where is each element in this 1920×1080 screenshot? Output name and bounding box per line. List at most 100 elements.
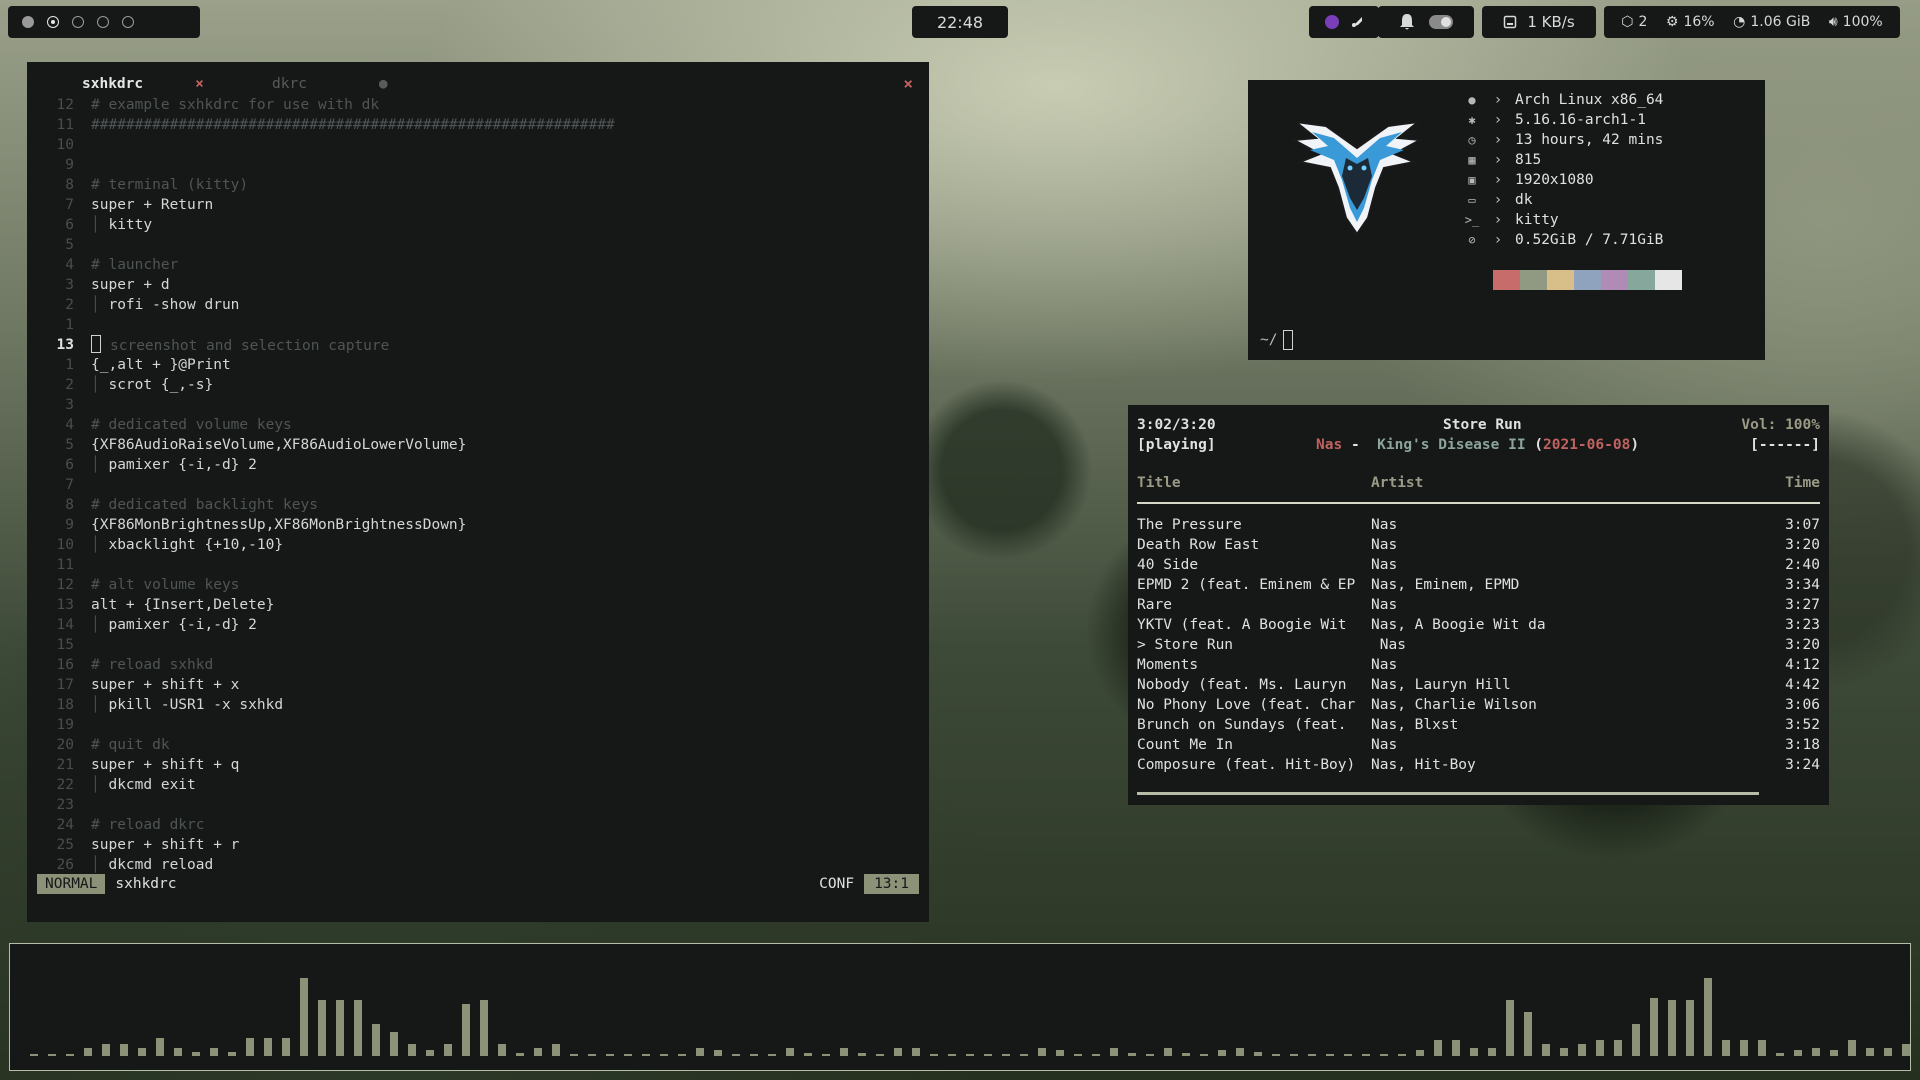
track-row[interactable]: Moments Nas 4:12	[1137, 655, 1820, 675]
column-time[interactable]: Time	[1785, 475, 1820, 491]
code-line: 11 ######################################…	[27, 115, 929, 135]
tab-sxhkdrc[interactable]: sxhkdrc ×	[82, 74, 272, 94]
info-row: ▭ › dk	[1463, 190, 1663, 210]
workspace-2[interactable]	[47, 16, 59, 28]
line-text: super + shift + q	[91, 757, 240, 773]
network-speed: 1 KB/s	[1482, 6, 1596, 38]
tab-dkrc[interactable]: dkrc ●	[272, 74, 462, 94]
track-row[interactable]: Brunch on Sundays (feat. Nas, Blxst 3:52	[1137, 715, 1820, 735]
code-line: 8 # dedicated backlight keys	[27, 495, 929, 515]
dnd-toggle[interactable]	[1429, 15, 1453, 29]
line-number: 12	[56, 97, 74, 113]
line-number: 1	[65, 357, 74, 373]
code-line: 15	[27, 635, 929, 655]
code-line: 26 dkcmd reload	[27, 855, 929, 875]
track-time: 4:12	[1785, 657, 1820, 673]
user-icon: ●	[1468, 93, 1476, 107]
line-text: # terminal (kitty)	[91, 177, 249, 193]
separator-dash: -	[1350, 437, 1360, 453]
tab-modified-icon: ●	[378, 76, 388, 92]
visualizer-bar	[48, 1054, 56, 1056]
line-number: 7	[65, 477, 74, 493]
workspace-1[interactable]	[22, 16, 34, 28]
visualizer-bar	[1614, 1040, 1622, 1056]
tab-close-icon[interactable]: ×	[195, 76, 204, 92]
line-number: 4	[65, 257, 74, 273]
palette-swatch	[1601, 270, 1628, 290]
code-line: 6 pamixer {-i,-d} 2	[27, 455, 929, 475]
track-row[interactable]: > Store Run Nas 3:20	[1137, 635, 1820, 655]
line-number: 10	[56, 537, 74, 553]
palette-swatch	[1520, 270, 1547, 290]
line-number: 23	[56, 797, 74, 813]
line-text	[82, 475, 91, 495]
line-text	[82, 395, 91, 415]
column-title[interactable]: Title	[1137, 475, 1181, 491]
visualizer-bar	[282, 1038, 290, 1056]
visualizer-bar	[480, 1000, 488, 1056]
palette-swatch	[1628, 270, 1655, 290]
terminal-icon: >_	[1464, 213, 1480, 227]
updates-stat[interactable]: ⬡ 2	[1621, 14, 1647, 30]
workspace-5[interactable]	[122, 16, 134, 28]
track-row[interactable]: No Phony Love (feat. Char Nas, Charlie Wi…	[1137, 695, 1820, 715]
visualizer-bar	[426, 1050, 434, 1056]
song-artist: Nas	[1316, 437, 1343, 453]
track-row[interactable]: EPMD 2 (feat. Eminem & EP Nas, Eminem, EP…	[1137, 575, 1820, 595]
track-row[interactable]: Death Row East Nas 3:20	[1137, 535, 1820, 555]
chevron-right-icon: ›	[1493, 212, 1503, 228]
bell-icon[interactable]	[1399, 13, 1415, 31]
line-number: 9	[65, 157, 74, 173]
cpu-icon: ⚙	[1665, 14, 1679, 30]
line-text	[82, 235, 91, 255]
visualizer-bar	[1236, 1048, 1244, 1056]
close-all-icon[interactable]: ×	[903, 74, 913, 93]
code-line: 13 screenshot and selection capture	[27, 335, 929, 355]
workspace-4[interactable]	[97, 16, 109, 28]
line-text: screenshot and selection capture	[110, 338, 390, 354]
line-number: 13	[56, 337, 74, 353]
track-row[interactable]: The Pressure Nas 3:07	[1137, 515, 1820, 535]
visualizer-bar	[1722, 1040, 1730, 1056]
workspace-3[interactable]	[72, 16, 84, 28]
code-line: 4 # dedicated volume keys	[27, 415, 929, 435]
visualizer-bars	[30, 978, 1910, 1056]
visualizer-bar	[552, 1044, 560, 1056]
column-artist[interactable]: Artist	[1371, 475, 1423, 491]
visualizer-bar	[156, 1038, 164, 1056]
visualizer-bar	[120, 1044, 128, 1056]
line-number: 26	[56, 857, 74, 873]
line-text: # alt volume keys	[91, 577, 240, 593]
track-artist: Nas	[1371, 557, 1398, 573]
shell-prompt[interactable]: ~/	[1260, 330, 1294, 350]
track-row[interactable]: Count Me In Nas 3:18	[1137, 735, 1820, 755]
visualizer-bar	[1758, 1040, 1766, 1056]
track-row[interactable]: Nobody (feat. Ms. Lauryn Nas, Lauryn Hill…	[1137, 675, 1820, 695]
track-title: Brunch on Sundays (feat.	[1137, 717, 1347, 733]
net-speed-text: 1 KB/s	[1527, 13, 1575, 31]
track-row[interactable]: Rare Nas 3:27	[1137, 595, 1820, 615]
visualizer-bar	[984, 1054, 992, 1056]
track-artist: Nas	[1371, 597, 1398, 613]
progress-bar[interactable]	[1137, 792, 1759, 795]
neofetch-terminal[interactable]: ● › Arch Linux x86_64 ✱ › 5.16.16-arch1-1 ◷ › 13…	[1248, 80, 1765, 360]
line-text: scrot {_,-s}	[82, 375, 213, 395]
firefox-icon[interactable]	[1324, 14, 1340, 30]
visualizer-bar	[408, 1044, 416, 1056]
code-area[interactable]: 12 # example sxhkdrc for use with dk 11 ###…	[27, 95, 929, 875]
discord-icon[interactable]	[1350, 15, 1364, 29]
clock[interactable]: 22:48	[912, 6, 1008, 38]
volume-stat[interactable]: 🔊︎ 100%	[1829, 14, 1883, 30]
line-text	[82, 155, 91, 175]
track-title: No Phony Love (feat. Char	[1137, 697, 1356, 713]
music-player[interactable]: 3:02/3:20 Store Run Vol: 100% [playing] …	[1128, 405, 1829, 805]
track-row[interactable]: 40 Side Nas 2:40	[1137, 555, 1820, 575]
system-stats: ⬡ 2 ⚙ 16% ◔ 1.06 GiB 🔊︎ 100%	[1604, 6, 1900, 38]
line-number: 4	[65, 417, 74, 433]
visualizer-bar	[1470, 1048, 1478, 1056]
line-text: # example sxhkdrc for use with dk	[91, 97, 380, 113]
visualizer-bar	[840, 1048, 848, 1056]
track-row[interactable]: YKTV (feat. A Boogie Wit Nas, A Boogie Wi…	[1137, 615, 1820, 635]
track-row[interactable]: Composure (feat. Hit-Boy) Nas, Hit-Boy 3:2…	[1137, 755, 1820, 775]
track-artist: Nas, Eminem, EPMD	[1371, 577, 1520, 593]
